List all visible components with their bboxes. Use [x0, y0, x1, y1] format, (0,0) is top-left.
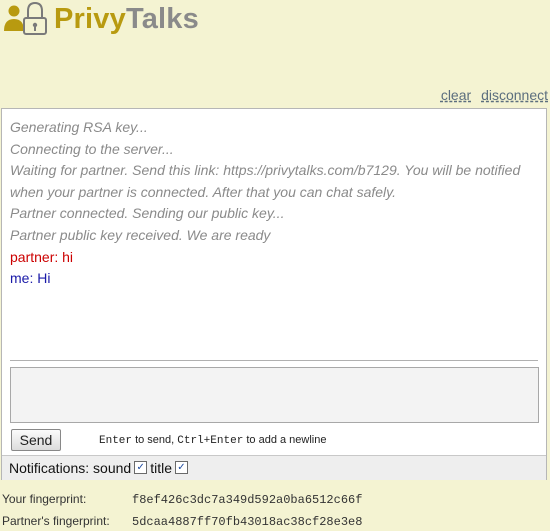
- notifications-bar: Notifications: sound ✓ title ✓: [2, 455, 546, 480]
- log-line: Partner public key received. We are read…: [10, 226, 271, 243]
- log-line: Connecting to the server...: [10, 140, 174, 157]
- hint-text-newline: to add a newline: [243, 434, 327, 446]
- logo: PrivyTalks: [2, 0, 199, 38]
- top-links: clear disconnect: [441, 87, 548, 103]
- clear-link[interactable]: clear: [441, 87, 471, 103]
- hint-key-ctrl-enter: Ctrl+Enter: [177, 435, 244, 447]
- your-fingerprint-value: f8ef426c3dc7a349d592a0ba6512c66f: [132, 493, 363, 507]
- message-log: Generating RSA key... Connecting to the …: [10, 117, 538, 290]
- partner-message: partner: hi: [10, 248, 74, 265]
- sound-label: sound: [93, 460, 132, 476]
- log-line: Generating RSA key...: [10, 119, 148, 135]
- padlock-people-icon: [4, 1, 47, 35]
- title-checkbox[interactable]: ✓: [175, 460, 188, 474]
- divider: [10, 360, 538, 361]
- log-line: Waiting for partner. Send this link: htt…: [10, 162, 521, 179]
- send-button[interactable]: Send: [11, 429, 61, 451]
- hint-text-send: to send,: [132, 434, 178, 446]
- partner-fingerprint-row: Partner's fingerprint: 5dcaa4887ff70fb430…: [2, 514, 362, 529]
- disconnect-link[interactable]: disconnect: [481, 87, 548, 103]
- brand-part-privy: Privy: [54, 2, 126, 35]
- my-message: me: Hi: [10, 270, 51, 287]
- title-label: title: [150, 460, 172, 476]
- your-fingerprint-row: Your fingerprint: f8ef426c3dc7a349d592a0b…: [2, 492, 362, 507]
- log-line: when your partner is connected. After th…: [10, 183, 396, 200]
- partner-fingerprint-label: Partner's fingerprint:: [2, 514, 110, 528]
- message-input[interactable]: [10, 367, 539, 423]
- chat-panel: Generating RSA key... Connecting to the …: [1, 108, 547, 480]
- partner-fingerprint-value: 5dcaa4887ff70fb43018ac38cf28e3e8: [132, 515, 363, 529]
- brand-part-talks: Talks: [125, 2, 199, 35]
- your-fingerprint-label: Your fingerprint:: [2, 492, 87, 506]
- log-line: Partner connected. Sending our public ke…: [10, 205, 285, 222]
- sound-checkbox[interactable]: ✓: [134, 460, 148, 474]
- brand-title: PrivyTalks: [54, 3, 199, 36]
- hint-key-enter: Enter: [99, 435, 133, 447]
- notifications-label: Notifications:: [9, 460, 90, 476]
- keyboard-hint: Enter to send, Ctrl+Enter to add a newli…: [99, 434, 326, 447]
